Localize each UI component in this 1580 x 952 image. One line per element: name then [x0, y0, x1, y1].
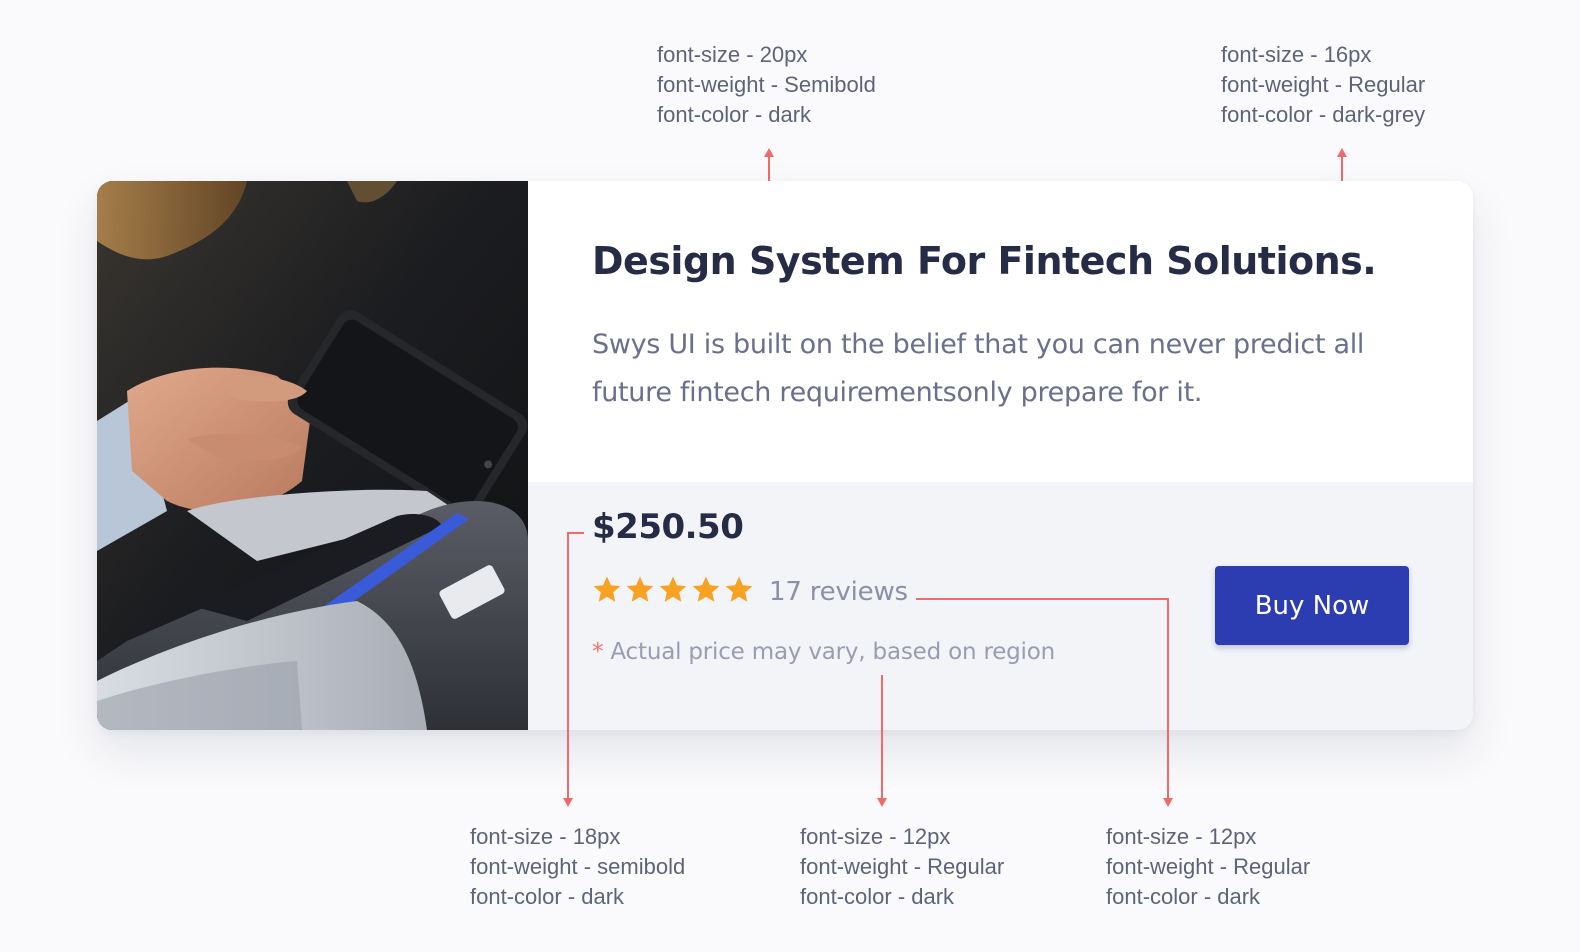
card-title: Design System For Fintech Solutions. [592, 239, 1377, 283]
arrow-down-icon [1163, 798, 1173, 807]
payment-photo-illustration [97, 181, 528, 730]
price-spec-annotation: font-size - 18px font-weight - semibold … [470, 822, 685, 912]
spec-line: font-size - 12px [800, 824, 951, 849]
spec-line: font-weight - semibold [470, 854, 686, 879]
star-icon [593, 576, 621, 602]
spec-line: font-weight - Regular [800, 854, 1005, 879]
spec-line: font-size - 12px [1106, 824, 1257, 849]
spec-sheet: font-size - 20px font-weight - Semibold … [0, 0, 1580, 952]
star-icon [725, 576, 753, 602]
desc-spec-annotation: font-size - 16px font-weight - Regular f… [1221, 40, 1425, 130]
card-description: Swys UI is built on the belief that you … [592, 329, 1365, 408]
price-note: * Actual price may vary, based on region [592, 639, 1055, 665]
annotation-line [881, 675, 883, 800]
card-content: Design System For Fintech Solutions. Swy… [528, 181, 1473, 730]
buy-now-button[interactable]: Buy Now [1215, 566, 1409, 645]
spec-line: font-color - dark [470, 884, 625, 909]
asterisk: * [592, 639, 604, 665]
star-icon [659, 576, 687, 602]
reviews-count[interactable]: 17 reviews [769, 577, 908, 607]
spec-line: font-size - 16px [1221, 42, 1372, 67]
arrow-down-icon [563, 798, 573, 807]
card-payment-photo [97, 181, 528, 730]
spec-line: font-weight - Semibold [657, 72, 876, 97]
price-note-text: Actual price may vary, based on region [603, 639, 1055, 665]
star-rating [592, 575, 754, 605]
star-icon [626, 576, 654, 602]
annotation-line [567, 532, 584, 534]
annotation-line [1167, 598, 1169, 800]
spec-line: font-color - dark [657, 102, 812, 127]
spec-line: font-weight - Regular [1221, 72, 1426, 97]
note-spec-annotation: font-size - 12px font-weight - Regular f… [800, 822, 1004, 912]
title-spec-annotation: font-size - 20px font-weight - Semibold … [657, 40, 876, 130]
star-icon [692, 576, 720, 602]
spec-line: font-color - dark [800, 884, 955, 909]
product-card: Design System For Fintech Solutions. Swy… [97, 181, 1473, 730]
spec-line: font-color - dark-grey [1221, 102, 1426, 127]
spec-line: font-color - dark [1106, 884, 1261, 909]
spec-line: font-size - 20px [657, 42, 808, 67]
arrow-down-icon [877, 798, 887, 807]
card-header-section: Design System For Fintech Solutions. Swy… [528, 181, 1473, 482]
spec-line: font-weight - Regular [1106, 854, 1311, 879]
card-footer-section: $250.50 17 reviews * Actual price may va… [528, 482, 1473, 730]
reviews-spec-annotation: font-size - 12px font-weight - Regular f… [1106, 822, 1310, 912]
annotation-line [567, 532, 569, 800]
price: $250.50 [592, 507, 744, 547]
annotation-line [916, 598, 1169, 600]
spec-line: font-size - 18px [470, 824, 621, 849]
